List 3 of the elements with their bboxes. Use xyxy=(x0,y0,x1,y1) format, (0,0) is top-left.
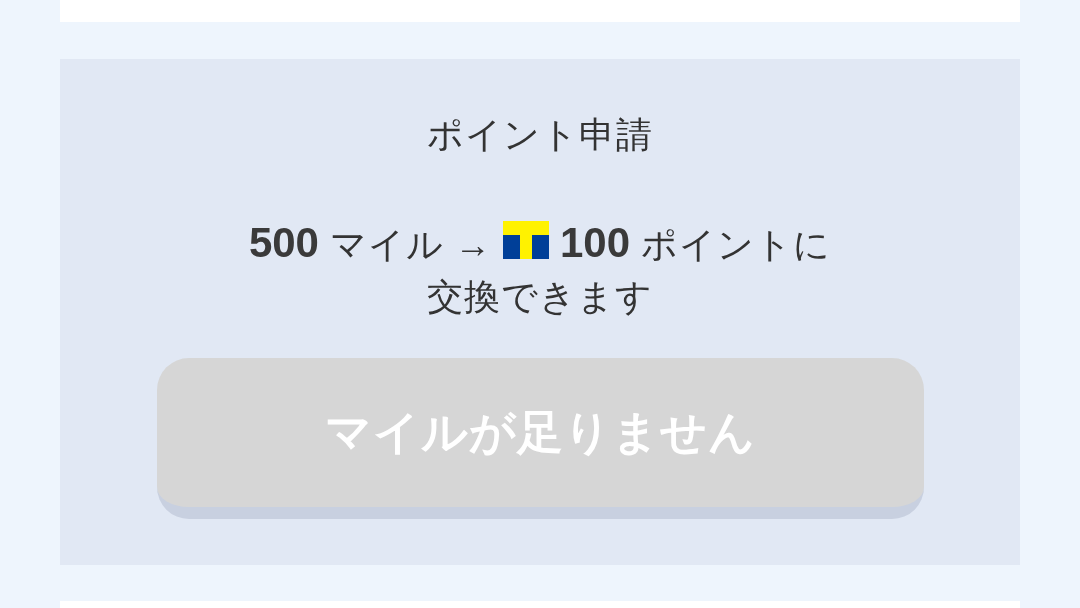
point-logo-icon xyxy=(503,221,549,259)
section-title: ポイント申請 xyxy=(427,113,653,157)
exchange-message: 500 マイル → 100 ポイントに交換できます xyxy=(247,218,833,319)
